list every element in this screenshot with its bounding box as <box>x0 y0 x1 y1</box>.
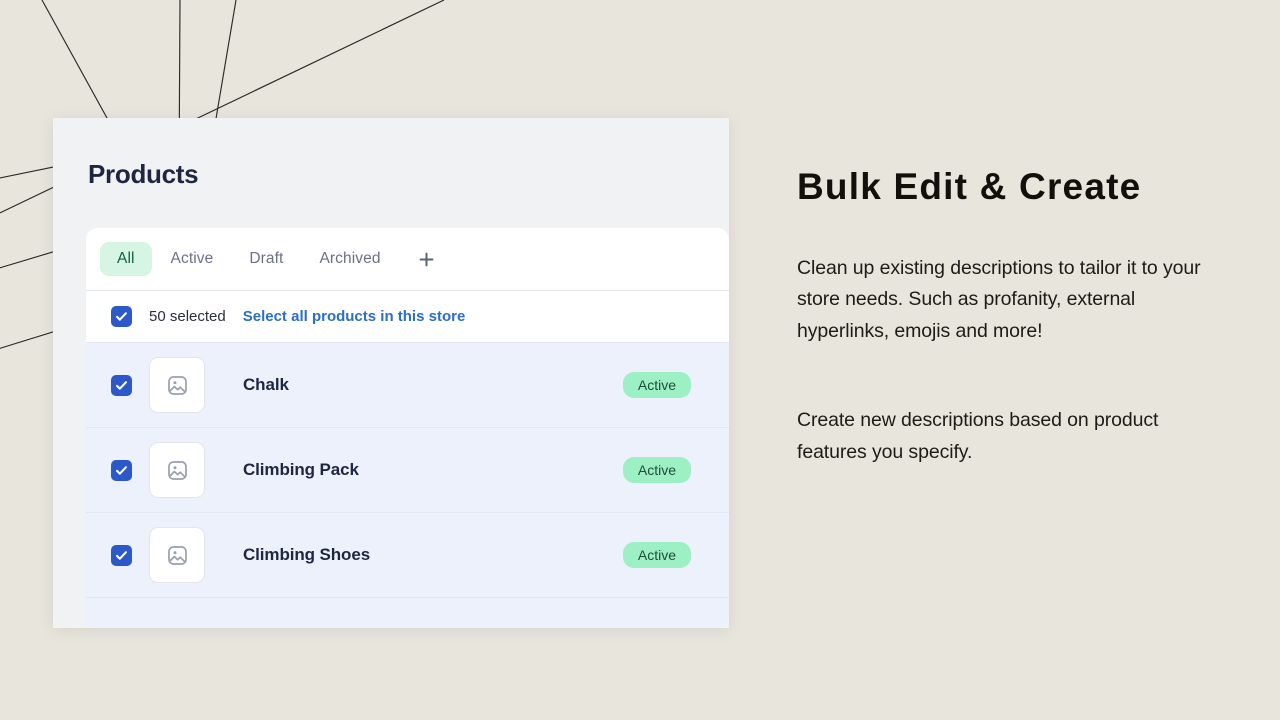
products-table-panel: All Active Draft Archived 50 selected Se… <box>86 228 729 628</box>
selected-count-label: 50 selected <box>149 308 226 325</box>
description-paragraph-1: Clean up existing descriptions to tailor… <box>797 256 1201 343</box>
row-checkbox[interactable] <box>111 459 132 481</box>
tab-active[interactable]: Active <box>154 242 231 276</box>
product-thumbnail <box>149 357 205 413</box>
status-badge: Active <box>622 372 691 398</box>
description-paragraph-2: Create new descriptions based on product… <box>797 408 1159 463</box>
checkmark-icon <box>116 465 127 475</box>
tab-all[interactable]: All <box>100 242 152 276</box>
headline: Bulk Edit & Create <box>797 166 1142 207</box>
tab-bar: All Active Draft Archived <box>86 228 729 290</box>
table-row[interactable]: Chalk Active <box>86 342 729 427</box>
checkmark-icon <box>116 550 127 560</box>
status-badge: Active <box>622 542 691 568</box>
tab-archived[interactable]: Archived <box>302 242 397 276</box>
page-title: Products <box>88 159 199 189</box>
select-all-products-link[interactable]: Select all products in this store <box>243 308 466 325</box>
checkmark-icon <box>116 312 127 321</box>
product-thumbnail <box>149 527 205 583</box>
product-name: Climbing Pack <box>243 460 359 479</box>
image-placeholder-icon <box>167 460 187 480</box>
tab-draft[interactable]: Draft <box>232 242 300 276</box>
table-row[interactable]: Climbing Pack Active <box>86 427 729 512</box>
image-placeholder-icon <box>167 545 187 565</box>
product-thumbnail <box>149 442 205 498</box>
product-name: Chalk <box>243 375 289 394</box>
marketing-copy: Bulk Edit & Create Clean up existing des… <box>797 166 1227 468</box>
checkmark-icon <box>116 380 127 390</box>
product-name: Climbing Shoes <box>243 545 371 564</box>
row-checkbox[interactable] <box>111 544 132 566</box>
select-all-checkbox[interactable] <box>111 306 132 327</box>
table-row[interactable]: Climbing Shoes Active <box>86 512 729 597</box>
table-row-partial[interactable] <box>86 597 729 628</box>
product-admin-screenshot: Products All Active Draft Archived 50 se… <box>53 118 729 628</box>
add-tab-button[interactable] <box>410 242 444 276</box>
selection-bar: 50 selected Select all products in this … <box>86 290 729 342</box>
row-checkbox[interactable] <box>111 374 132 396</box>
plus-icon <box>419 252 434 266</box>
image-placeholder-icon <box>167 375 187 395</box>
status-badge: Active <box>622 457 691 483</box>
